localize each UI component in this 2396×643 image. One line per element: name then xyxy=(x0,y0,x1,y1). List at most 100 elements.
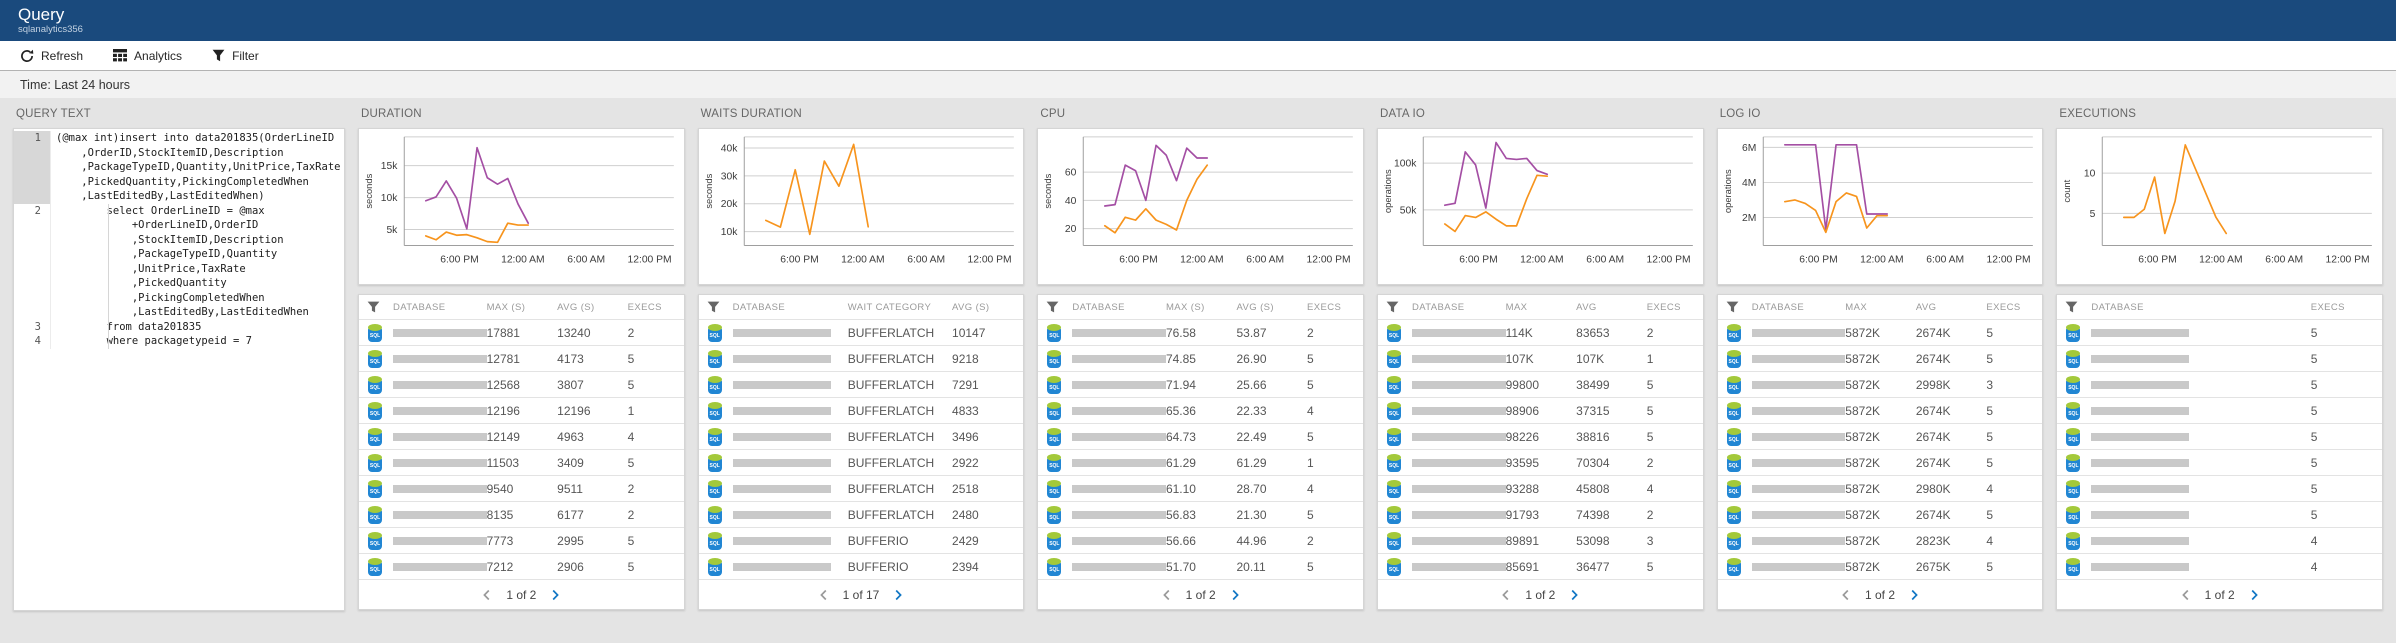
table-row[interactable]: SQL4 xyxy=(2057,553,2382,579)
table-row[interactable]: SQLBUFFERLATCH7291 xyxy=(699,371,1024,397)
table-row[interactable]: SQL813561772 xyxy=(359,501,684,527)
table-row[interactable]: SQLBUFFERLATCH9218 xyxy=(699,345,1024,371)
query-text-editor[interactable]: 1(@max int)insert into data201835(OrderL… xyxy=(13,128,345,611)
table-row[interactable]: SQL5872K2674K5 xyxy=(1718,449,2043,475)
table-row[interactable]: SQL98906373155 xyxy=(1378,397,1703,423)
next-page-button[interactable] xyxy=(1229,589,1241,601)
table-row[interactable]: SQL1214949634 xyxy=(359,423,684,449)
sql-database-icon: SQL xyxy=(2065,376,2081,394)
table-row[interactable]: SQL56.8321.305 xyxy=(1038,501,1363,527)
table-row[interactable]: SQL85691364775 xyxy=(1378,553,1703,579)
next-page-button[interactable] xyxy=(892,589,904,601)
table-row[interactable]: SQLBUFFERLATCH3496 xyxy=(699,423,1024,449)
table-filter-icon[interactable] xyxy=(367,301,393,313)
table-row[interactable]: SQL4 xyxy=(2057,527,2382,553)
table-filter-icon[interactable] xyxy=(1726,301,1752,313)
database-cell: SQL xyxy=(707,506,848,524)
line-number xyxy=(14,160,50,175)
table-row[interactable]: SQL51.7020.115 xyxy=(1038,553,1363,579)
refresh-button[interactable]: Refresh xyxy=(20,49,83,63)
table-row[interactable]: SQL5872K2674K5 xyxy=(1718,501,2043,527)
table-row[interactable]: SQL64.7322.495 xyxy=(1038,423,1363,449)
table-row[interactable]: SQL17881132402 xyxy=(359,319,684,345)
table-row[interactable]: SQLBUFFERLATCH2518 xyxy=(699,475,1024,501)
table-filter-icon[interactable] xyxy=(1046,301,1072,313)
cell-value: 2922 xyxy=(952,456,1013,470)
table-row[interactable]: SQL5 xyxy=(2057,345,2382,371)
table-row[interactable]: SQL5 xyxy=(2057,319,2382,345)
database-sql-label: SQL xyxy=(707,567,723,573)
table-row[interactable]: SQLBUFFERIO2429 xyxy=(699,527,1024,553)
table-row[interactable]: SQL1278141735 xyxy=(359,345,684,371)
column-header: MAX xyxy=(1845,302,1916,313)
code-text: ,LastEditedBy,LastEditedWhen) xyxy=(50,189,344,204)
table-row[interactable]: SQLBUFFERLATCH2480 xyxy=(699,501,1024,527)
table-row[interactable]: SQL5872K2674K5 xyxy=(1718,423,2043,449)
table-row[interactable]: SQL93288458084 xyxy=(1378,475,1703,501)
database-sql-label: SQL xyxy=(2065,333,2081,339)
table-filter-icon[interactable] xyxy=(707,301,733,313)
database-redacted-bar xyxy=(1412,381,1506,389)
table-row[interactable]: SQLBUFFERLATCH10147 xyxy=(699,319,1024,345)
table-row[interactable]: SQL93595703042 xyxy=(1378,449,1703,475)
filter-button[interactable]: Filter xyxy=(212,49,259,63)
next-page-button[interactable] xyxy=(1568,589,1580,601)
table-row[interactable]: SQL1256838075 xyxy=(359,371,684,397)
table-row[interactable]: SQL99800384995 xyxy=(1378,371,1703,397)
table-row[interactable]: SQL56.6644.962 xyxy=(1038,527,1363,553)
next-page-button[interactable] xyxy=(2248,589,2260,601)
prev-page-button[interactable] xyxy=(2180,589,2192,601)
analytics-button[interactable]: Analytics xyxy=(113,49,182,63)
table-row[interactable]: SQLBUFFERLATCH2922 xyxy=(699,449,1024,475)
table-row[interactable]: SQL721229065 xyxy=(359,553,684,579)
table-row[interactable]: SQL98226388165 xyxy=(1378,423,1703,449)
table-row[interactable]: SQL89891530983 xyxy=(1378,527,1703,553)
table-row[interactable]: SQL5872K2998K3 xyxy=(1718,371,2043,397)
database-redacted-bar xyxy=(733,459,831,467)
database-sql-label: SQL xyxy=(2065,385,2081,391)
table-row[interactable]: SQL5 xyxy=(2057,397,2382,423)
table-row[interactable]: SQL5 xyxy=(2057,371,2382,397)
table-row[interactable]: SQLBUFFERLATCH4833 xyxy=(699,397,1024,423)
table-row[interactable]: SQL71.9425.665 xyxy=(1038,371,1363,397)
table-row[interactable]: SQL114K836532 xyxy=(1378,319,1703,345)
next-page-button[interactable] xyxy=(1908,589,1920,601)
table-row[interactable]: SQL65.3622.334 xyxy=(1038,397,1363,423)
table-row[interactable]: SQL76.5853.872 xyxy=(1038,319,1363,345)
table-row[interactable]: SQL5 xyxy=(2057,501,2382,527)
cell-value: 2518 xyxy=(952,482,1013,496)
table-row[interactable]: SQL5 xyxy=(2057,449,2382,475)
table-row[interactable]: SQL5872K2674K5 xyxy=(1718,319,2043,345)
prev-page-button[interactable] xyxy=(818,589,830,601)
table-row[interactable]: SQL91793743982 xyxy=(1378,501,1703,527)
table-row[interactable]: SQL954095112 xyxy=(359,475,684,501)
table-row[interactable]: SQL12196121961 xyxy=(359,397,684,423)
table-row[interactable]: SQL5 xyxy=(2057,423,2382,449)
table-row[interactable]: SQL74.8526.905 xyxy=(1038,345,1363,371)
column-header-label: DATABASE xyxy=(2091,302,2143,313)
table-filter-icon[interactable] xyxy=(2065,301,2091,313)
cell-value: 4 xyxy=(2311,534,2372,548)
table-row[interactable]: SQL61.1028.704 xyxy=(1038,475,1363,501)
table-row[interactable]: SQL5872K2980K4 xyxy=(1718,475,2043,501)
table-row[interactable]: SQL5872K2674K5 xyxy=(1718,397,2043,423)
table-row[interactable]: SQL1150334095 xyxy=(359,449,684,475)
prev-page-button[interactable] xyxy=(1161,589,1173,601)
database-redacted-bar xyxy=(2091,459,2189,467)
table-row[interactable]: SQL61.2961.291 xyxy=(1038,449,1363,475)
prev-page-button[interactable] xyxy=(1840,589,1852,601)
cell-value: 22.49 xyxy=(1236,430,1307,444)
table-row[interactable]: SQL5872K2675K5 xyxy=(1718,553,2043,579)
prev-page-button[interactable] xyxy=(1500,589,1512,601)
table-row[interactable]: SQL5 xyxy=(2057,475,2382,501)
table-row[interactable]: SQL5872K2823K4 xyxy=(1718,527,2043,553)
next-page-button[interactable] xyxy=(549,589,561,601)
table-row[interactable]: SQLBUFFERIO2394 xyxy=(699,553,1024,579)
prev-page-button[interactable] xyxy=(481,589,493,601)
database-cell: SQL xyxy=(367,558,487,576)
table-filter-icon[interactable] xyxy=(1386,301,1412,313)
table-row[interactable]: SQL107K107K1 xyxy=(1378,345,1703,371)
database-sql-label: SQL xyxy=(367,411,383,417)
table-row[interactable]: SQL777329955 xyxy=(359,527,684,553)
table-row[interactable]: SQL5872K2674K5 xyxy=(1718,345,2043,371)
